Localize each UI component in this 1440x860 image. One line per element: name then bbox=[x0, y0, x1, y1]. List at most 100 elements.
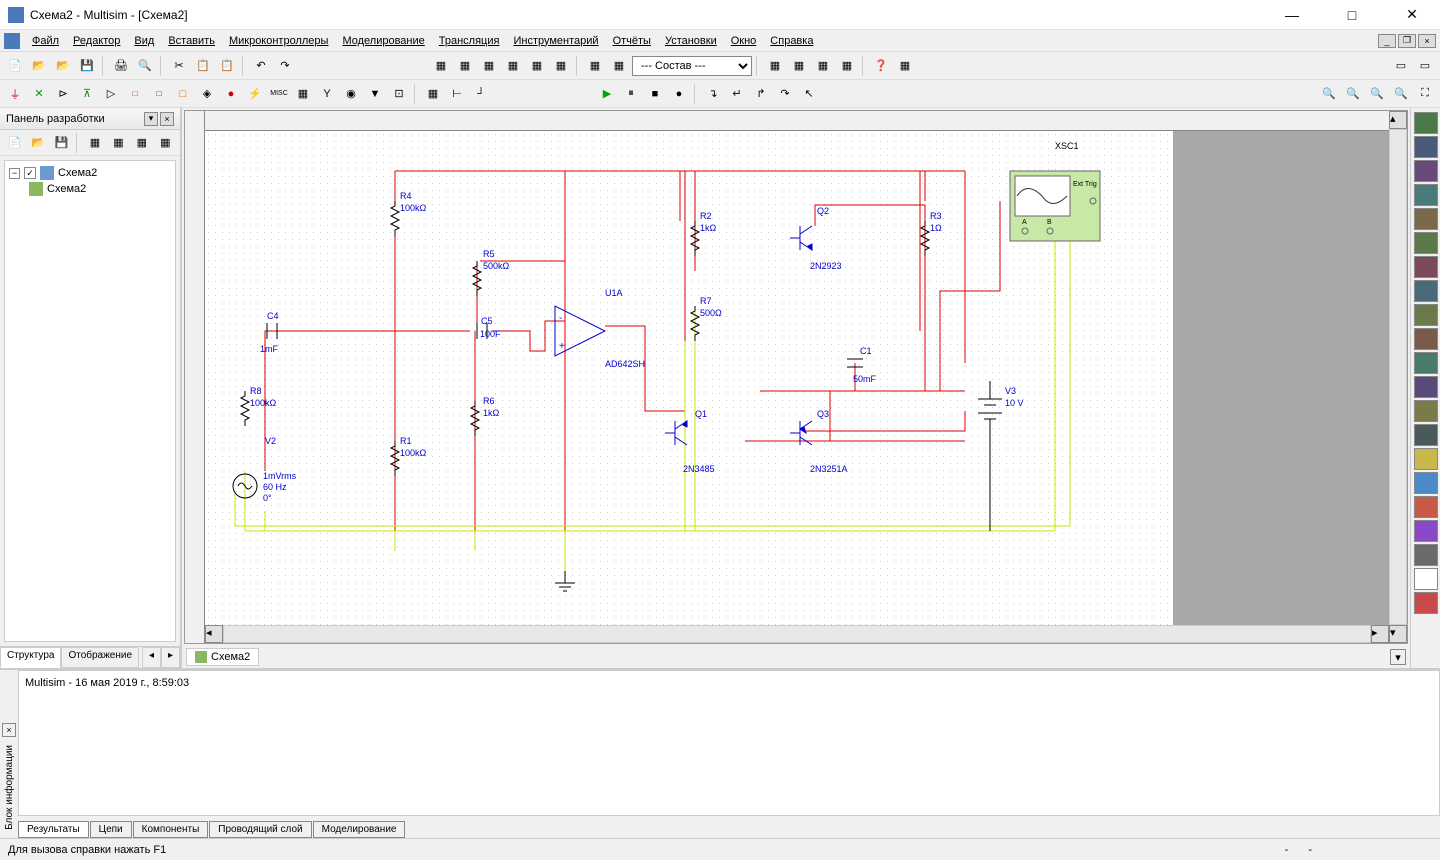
indicator-icon[interactable]: ● bbox=[220, 83, 242, 105]
minimize-button[interactable]: — bbox=[1272, 3, 1312, 27]
multimeter-icon[interactable] bbox=[1414, 112, 1438, 134]
tb-b-icon[interactable]: ▦ bbox=[454, 55, 476, 77]
electro-icon[interactable]: ◉ bbox=[340, 83, 362, 105]
menu-file[interactable]: Файл bbox=[26, 33, 65, 49]
design-d-icon[interactable]: ▦ bbox=[155, 132, 176, 154]
tab-menu-button[interactable]: ▾ bbox=[1390, 649, 1406, 665]
tb-h-icon[interactable]: ▦ bbox=[608, 55, 630, 77]
help-icon[interactable]: ❓ bbox=[870, 55, 892, 77]
tab-components[interactable]: Компоненты bbox=[133, 821, 209, 838]
tab-display[interactable]: Отображение bbox=[61, 647, 139, 668]
menu-edit[interactable]: Редактор bbox=[67, 33, 126, 49]
network-icon[interactable] bbox=[1414, 424, 1438, 446]
save-icon[interactable]: 💾 bbox=[76, 55, 98, 77]
menu-options[interactable]: Установки bbox=[659, 33, 723, 49]
tb-m-icon[interactable]: ▦ bbox=[894, 55, 916, 77]
step-over-icon[interactable]: ↷ bbox=[774, 83, 796, 105]
open-icon[interactable]: 📂 bbox=[28, 55, 50, 77]
iv-analyzer-icon[interactable] bbox=[1414, 352, 1438, 374]
menu-insert[interactable]: Вставить bbox=[162, 33, 221, 49]
zoom-out-icon[interactable]: 🔍 bbox=[1342, 83, 1364, 105]
tab-copper[interactable]: Проводящий слой bbox=[209, 821, 311, 838]
tb-d-icon[interactable]: ▦ bbox=[502, 55, 524, 77]
menu-help[interactable]: Справка bbox=[764, 33, 819, 49]
paste-icon[interactable]: 📋 bbox=[216, 55, 238, 77]
open-app-icon[interactable]: 📂 bbox=[52, 55, 74, 77]
print-icon[interactable]: 🖨 bbox=[110, 55, 132, 77]
open-design-icon[interactable]: 📂 bbox=[27, 132, 48, 154]
tb-c-icon[interactable]: ▦ bbox=[478, 55, 500, 77]
design-a-icon[interactable]: ▦ bbox=[84, 132, 105, 154]
tab-scroll-left[interactable]: ◂ bbox=[142, 647, 161, 668]
fullscreen-icon[interactable]: ⛶ bbox=[1414, 83, 1436, 105]
undo-icon[interactable]: ↶ bbox=[250, 55, 272, 77]
tek-scope-icon[interactable] bbox=[1414, 520, 1438, 542]
zoom-in-icon[interactable]: 🔍 bbox=[1318, 83, 1340, 105]
maximize-button[interactable]: □ bbox=[1332, 3, 1372, 27]
scroll-left-button[interactable]: ◂ bbox=[205, 625, 223, 643]
mdi-minimize[interactable]: _ bbox=[1378, 34, 1396, 48]
transistor-icon[interactable]: ⊼ bbox=[76, 83, 98, 105]
diode-icon[interactable]: ⊳ bbox=[52, 83, 74, 105]
canvas-scrollbar-h[interactable]: ◂ ▸ bbox=[205, 625, 1389, 643]
logic-analyzer-icon[interactable] bbox=[1414, 304, 1438, 326]
schematic-canvas[interactable]: - + bbox=[184, 110, 1408, 644]
tree-checkbox[interactable]: ✓ bbox=[24, 167, 36, 179]
tb-g-icon[interactable]: ▦ bbox=[584, 55, 606, 77]
menu-mcu[interactable]: Микроконтроллеры bbox=[223, 33, 335, 49]
menu-tools[interactable]: Инструментарий bbox=[507, 33, 604, 49]
tab-nets[interactable]: Цепи bbox=[90, 821, 132, 838]
cursor-icon[interactable]: ↖ bbox=[798, 83, 820, 105]
labview-icon[interactable] bbox=[1414, 544, 1438, 566]
design-b-icon[interactable]: ▦ bbox=[108, 132, 129, 154]
power-icon[interactable]: ⚡ bbox=[244, 83, 266, 105]
tb-a-icon[interactable]: ▦ bbox=[430, 55, 452, 77]
misc-icon[interactable]: MISC bbox=[268, 83, 290, 105]
cmos-icon[interactable]: □ bbox=[148, 83, 170, 105]
4ch-scope-icon[interactable] bbox=[1414, 208, 1438, 230]
freq-counter-icon[interactable] bbox=[1414, 256, 1438, 278]
copy-icon[interactable]: 📋 bbox=[192, 55, 214, 77]
print-preview-icon[interactable]: 🔍 bbox=[134, 55, 156, 77]
scroll-track-v[interactable] bbox=[1389, 129, 1407, 625]
tree-root-node[interactable]: − ✓ Схема2 bbox=[9, 165, 171, 181]
rf-icon[interactable]: Y bbox=[316, 83, 338, 105]
zoom-fit-icon[interactable]: 🔍 bbox=[1390, 83, 1412, 105]
tab-scroll-right[interactable]: ▸ bbox=[161, 647, 180, 668]
bus-icon[interactable]: ⊢ bbox=[446, 83, 468, 105]
resistor-icon[interactable]: ✕ bbox=[28, 83, 50, 105]
menu-window[interactable]: Окно bbox=[725, 33, 763, 49]
tb-j-icon[interactable]: ▦ bbox=[788, 55, 810, 77]
design-tree[interactable]: − ✓ Схема2 Схема2 bbox=[4, 160, 176, 642]
cut-icon[interactable]: ✂ bbox=[168, 55, 190, 77]
step-into-icon[interactable]: ↵ bbox=[726, 83, 748, 105]
wattmeter-icon[interactable] bbox=[1414, 160, 1438, 182]
mcu-icon[interactable]: ▼ bbox=[364, 83, 386, 105]
schematic-tab[interactable]: Схема2 bbox=[186, 648, 259, 666]
agilent-mm-icon[interactable] bbox=[1414, 472, 1438, 494]
switch1-icon[interactable]: ▭ bbox=[1390, 55, 1412, 77]
hier-icon[interactable]: ▦ bbox=[422, 83, 444, 105]
record-icon[interactable]: ● bbox=[668, 83, 690, 105]
menu-reports[interactable]: Отчёты bbox=[607, 33, 657, 49]
funcgen-icon[interactable] bbox=[1414, 136, 1438, 158]
schematic-area[interactable]: - + bbox=[205, 131, 1389, 625]
ground-icon[interactable]: ⏚ bbox=[4, 83, 26, 105]
tb-k-icon[interactable]: ▦ bbox=[812, 55, 834, 77]
stop-icon[interactable]: ■ bbox=[644, 83, 666, 105]
step-icon[interactable]: ↴ bbox=[702, 83, 724, 105]
tab-results[interactable]: Результаты bbox=[18, 821, 89, 838]
distortion-icon[interactable] bbox=[1414, 376, 1438, 398]
menu-view[interactable]: Вид bbox=[128, 33, 160, 49]
new-design-icon[interactable]: 📄 bbox=[4, 132, 25, 154]
tree-child-node[interactable]: Схема2 bbox=[29, 181, 171, 197]
ttl-icon[interactable]: □ bbox=[124, 83, 146, 105]
scroll-up-button[interactable]: ▴ bbox=[1389, 111, 1407, 129]
logic-conv-icon[interactable] bbox=[1414, 328, 1438, 350]
panel-close-button[interactable]: × bbox=[160, 112, 174, 126]
agilent-fg-icon[interactable] bbox=[1414, 448, 1438, 470]
tb-e-icon[interactable]: ▦ bbox=[526, 55, 548, 77]
scroll-track-h[interactable] bbox=[223, 625, 1371, 643]
agilent-scope-icon[interactable] bbox=[1414, 496, 1438, 518]
tree-expand-icon[interactable]: − bbox=[9, 168, 20, 179]
